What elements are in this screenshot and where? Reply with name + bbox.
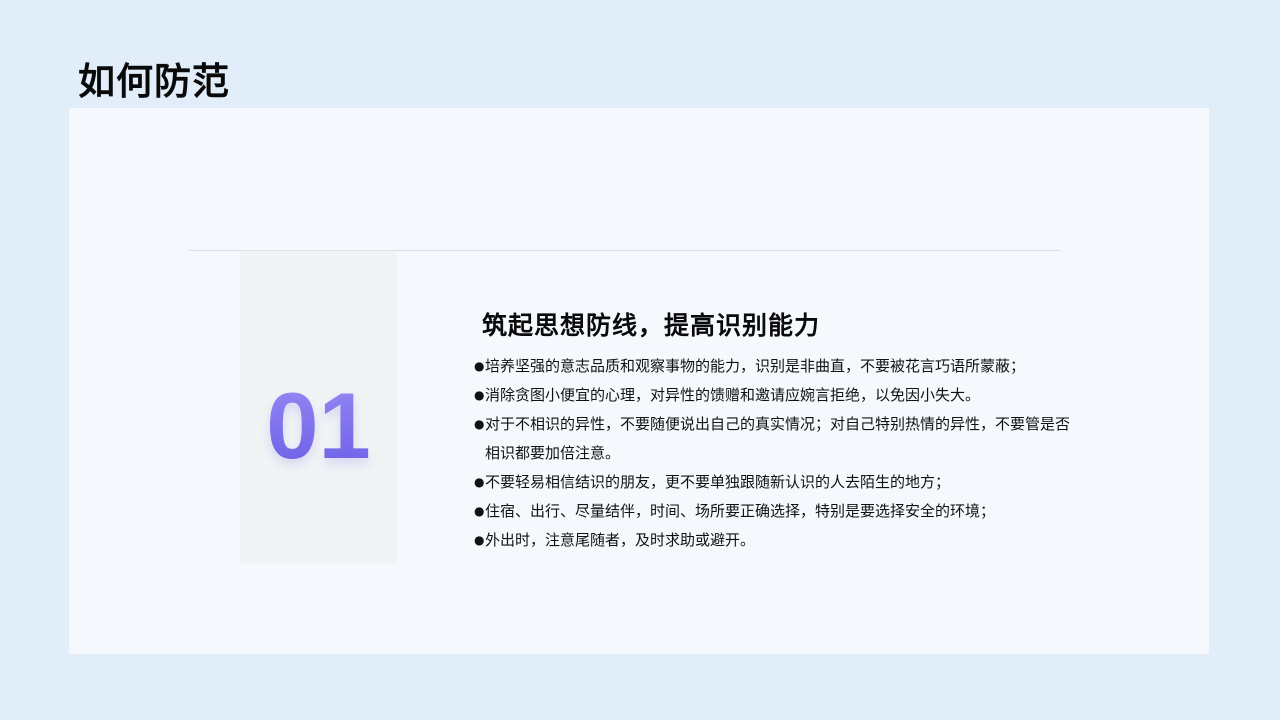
- bullet-item: ● 培养坚强的意志品质和观察事物的能力，识别是非曲直，不要被花言巧语所蒙蔽；: [474, 352, 1074, 381]
- bullet-item: ● 住宿、出行、尽量结伴，时间、场所要正确选择，特别是要选择安全的环境；: [474, 497, 1074, 526]
- content-panel: 01 筑起思想防线，提高识别能力 ● 培养坚强的意志品质和观察事物的能力，识别是非…: [69, 108, 1209, 654]
- section-content: 筑起思想防线，提高识别能力 ● 培养坚强的意志品质和观察事物的能力，识别是非曲直，…: [474, 306, 1074, 555]
- bullet-item: ● 对于不相识的异性，不要随便说出自己的真实情况；对自己特别热情的异性，不要管是否…: [474, 410, 1074, 468]
- bullet-item: ● 外出时，注意尾随者，及时求助或避开。: [474, 526, 1074, 555]
- bullet-dot-icon: ●: [474, 417, 485, 431]
- section-number: 01: [240, 376, 397, 476]
- bullet-dot-icon: ●: [474, 504, 485, 518]
- bullet-item: ● 消除贪图小便宜的心理，对异性的馈赠和邀请应婉言拒绝，以免因小失大。: [474, 381, 1074, 410]
- section-number-block: 01: [240, 251, 397, 564]
- bullet-list: ● 培养坚强的意志品质和观察事物的能力，识别是非曲直，不要被花言巧语所蒙蔽； ● 消…: [474, 352, 1074, 555]
- bullet-dot-icon: ●: [474, 359, 485, 373]
- bullet-item: ● 不要轻易相信结识的朋友，更不要单独跟随新认识的人去陌生的地方；: [474, 468, 1074, 497]
- bullet-text: 消除贪图小便宜的心理，对异性的馈赠和邀请应婉言拒绝，以免因小失大。: [485, 386, 981, 404]
- bullet-text: 培养坚强的意志品质和观察事物的能力，识别是非曲直，不要被花言巧语所蒙蔽；: [485, 357, 1026, 375]
- slide-title: 如何防范: [78, 60, 230, 103]
- bullet-text: 住宿、出行、尽量结伴，时间、场所要正确选择，特别是要选择安全的环境；: [485, 502, 996, 520]
- bullet-dot-icon: ●: [474, 388, 485, 402]
- bullet-dot-icon: ●: [474, 475, 485, 489]
- bullet-text: 不要轻易相信结识的朋友，更不要单独跟随新认识的人去陌生的地方；: [485, 473, 951, 491]
- bullet-dot-icon: ●: [474, 533, 485, 547]
- bullet-text: 外出时，注意尾随者，及时求助或避开。: [485, 531, 756, 549]
- section-heading: 筑起思想防线，提高识别能力: [482, 311, 821, 340]
- bullet-text: 对于不相识的异性，不要随便说出自己的真实情况；对自己特别热情的异性，不要管是否相…: [485, 415, 1071, 462]
